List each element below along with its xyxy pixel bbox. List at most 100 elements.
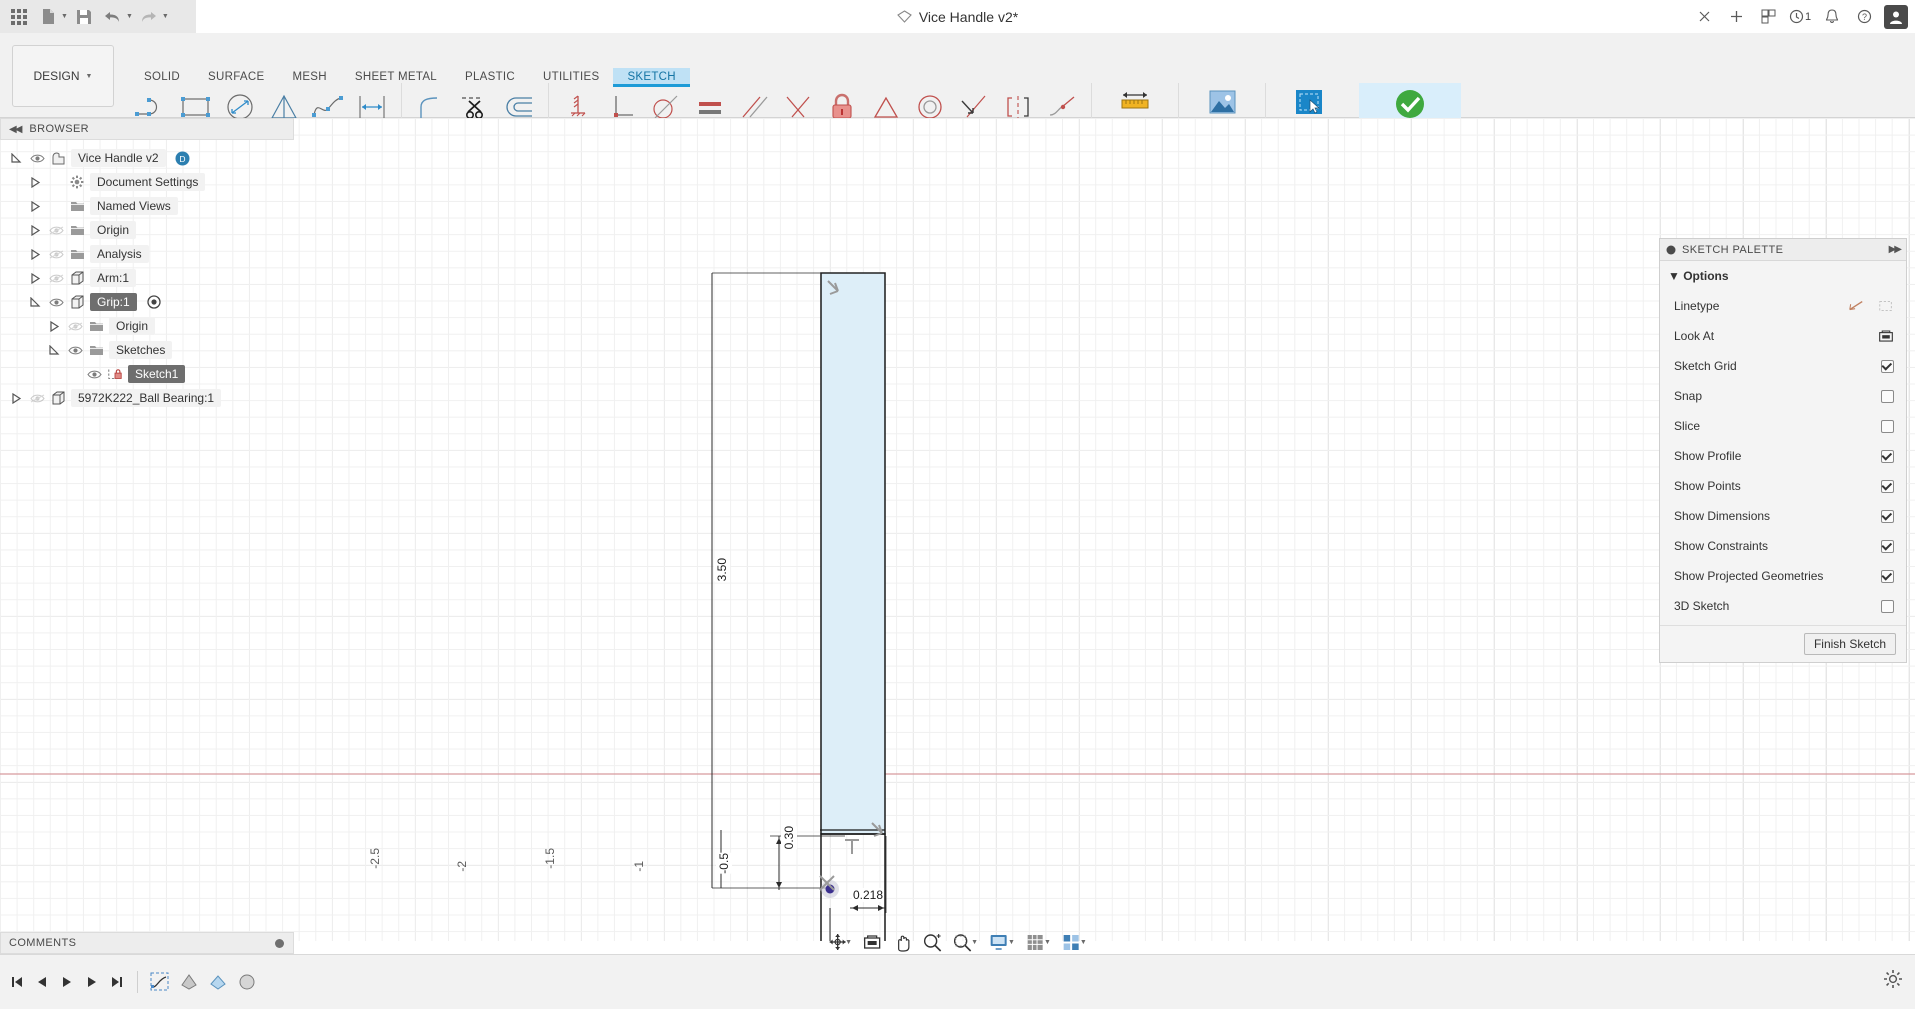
add-tab-icon[interactable]	[1721, 4, 1751, 30]
comments-expand-icon[interactable]	[274, 938, 285, 949]
show-constraints-checkbox[interactable]	[1881, 539, 1894, 553]
palette-section-title[interactable]: ▼ Options	[1660, 267, 1906, 291]
show-projected-geometries-checkbox[interactable]	[1881, 569, 1894, 583]
comments-panel[interactable]: COMMENTS	[0, 932, 294, 954]
sketch-grid-checkbox[interactable]	[1881, 359, 1894, 373]
status-bar	[0, 954, 1915, 1009]
palette-row-sketch-grid[interactable]: Sketch Grid	[1660, 351, 1906, 381]
palette-row-linetype[interactable]: Linetype	[1660, 291, 1906, 321]
timeline-step-forward[interactable]	[81, 969, 103, 995]
constraint-glyph-2	[871, 822, 883, 837]
activated-component-icon[interactable]	[146, 294, 162, 310]
avatar[interactable]	[1881, 4, 1911, 30]
close-tab-icon[interactable]	[1689, 4, 1719, 30]
visibility-toggle-icon[interactable]	[29, 150, 45, 166]
look-at-icon[interactable]	[858, 928, 887, 956]
timeline-step-back[interactable]	[31, 969, 53, 995]
grid-snaps-icon[interactable]: ▼	[1021, 928, 1056, 956]
browser-item-sketch1[interactable]: Sketch1	[0, 362, 300, 386]
tree-collapse-icon[interactable]	[27, 294, 43, 310]
3d-sketch-checkbox[interactable]	[1881, 599, 1894, 613]
timeline-begin[interactable]	[6, 969, 28, 995]
timeline-feature-sketch[interactable]	[147, 969, 173, 995]
timeline-feature-1[interactable]	[176, 969, 202, 995]
palette-row-show-dimensions[interactable]: Show Dimensions	[1660, 501, 1906, 531]
timeline-end[interactable]	[106, 969, 128, 995]
ribbon: DESIGN ▼ SOLID SURFACE MESH SHEET METAL …	[0, 33, 1915, 149]
browser-item-document-settings[interactable]: Document Settings	[0, 170, 300, 194]
palette-row-show-points[interactable]: Show Points	[1660, 471, 1906, 501]
dim-0-30[interactable]: 0.30	[781, 826, 797, 850]
browser-item-sketches[interactable]: Sketches	[0, 338, 300, 362]
settings-gear-icon[interactable]	[1883, 969, 1903, 992]
browser-item-origin[interactable]: Origin	[0, 218, 300, 242]
palette-finish-sketch-button[interactable]: Finish Sketch	[1803, 633, 1896, 655]
collapse-browser-icon[interactable]: ◀◀	[9, 124, 22, 135]
palette-expand-icon[interactable]: ▶▶	[1889, 244, 1902, 255]
tree-expand-icon[interactable]	[27, 174, 43, 190]
construction-linetype-icon[interactable]	[1878, 298, 1894, 314]
tree-expand-icon[interactable]	[27, 198, 43, 214]
visibility-toggle-icon[interactable]	[48, 222, 64, 238]
browser-item-5972k222-ball-bearing-1[interactable]: 5972K222_Ball Bearing:1	[0, 386, 300, 410]
visibility-toggle-icon[interactable]	[86, 366, 102, 382]
browser-item-arm-1[interactable]: Arm:1	[0, 266, 300, 290]
timeline-feature-2[interactable]	[205, 969, 231, 995]
show-dimensions-checkbox[interactable]	[1881, 509, 1894, 523]
palette-row-show-profile[interactable]: Show Profile	[1660, 441, 1906, 471]
fit-icon[interactable]: ▼	[948, 928, 983, 956]
browser-item-analysis[interactable]: Analysis	[0, 242, 300, 266]
palette-row-slice[interactable]: Slice	[1660, 411, 1906, 441]
visibility-toggle-icon[interactable]	[48, 270, 64, 286]
orbit-icon[interactable]: ▼	[823, 928, 857, 956]
browser-item-grip-1[interactable]: Grip:1	[0, 290, 300, 314]
palette-options-section: ▼ Options Linetype Look At Sketch Grid Snap…	[1660, 261, 1906, 625]
palette-row-show-constraints[interactable]: Show Constraints	[1660, 531, 1906, 561]
notifications-bell-icon[interactable]	[1817, 4, 1847, 30]
show-points-checkbox[interactable]	[1881, 479, 1894, 493]
palette-row-3d-sketch[interactable]: 3D Sketch	[1660, 591, 1906, 621]
show-profile-checkbox[interactable]	[1881, 449, 1894, 463]
slice-checkbox[interactable]	[1881, 419, 1894, 433]
normal-linetype-icon[interactable]	[1848, 298, 1864, 314]
dim-0-218[interactable]: 0.218	[852, 888, 885, 902]
tree-expand-icon[interactable]	[27, 222, 43, 238]
workspace-selector[interactable]: DESIGN ▼	[12, 45, 114, 107]
tree-expand-icon[interactable]	[27, 246, 43, 262]
help-icon[interactable]: ?	[1849, 4, 1879, 30]
visibility-toggle-icon[interactable]	[67, 318, 83, 334]
browser-item-vice-handle-v2[interactable]: Vice Handle v2 D	[0, 146, 300, 170]
palette-row-show-projected-geometries[interactable]: Show Projected Geometries	[1660, 561, 1906, 591]
body-icon	[50, 390, 66, 406]
timeline-play[interactable]	[56, 969, 78, 995]
tree-collapse-icon[interactable]	[8, 150, 24, 166]
browser-item-named-views[interactable]: Named Views	[0, 194, 300, 218]
browser-item-label: Sketch1	[128, 365, 186, 383]
viewports-icon[interactable]: ▼	[1057, 928, 1092, 956]
visibility-toggle-icon[interactable]	[67, 342, 83, 358]
visibility-toggle-icon[interactable]	[48, 294, 64, 310]
timeline-feature-3[interactable]	[234, 969, 260, 995]
jobs-status-icon[interactable]: 1	[1785, 4, 1815, 30]
tree-expand-icon[interactable]	[27, 270, 43, 286]
dim-height-3-50[interactable]: 3.50	[714, 558, 730, 582]
palette-row-look-at[interactable]: Look At	[1660, 321, 1906, 351]
live-review-icon[interactable]: D	[175, 150, 191, 166]
display-settings-icon[interactable]: ▼	[984, 928, 1020, 956]
dim-offset-neg-0-5[interactable]: -0.5	[716, 853, 732, 874]
browser-item-origin[interactable]: Origin	[0, 314, 300, 338]
folder-icon	[88, 318, 104, 334]
snap-checkbox[interactable]	[1881, 389, 1894, 403]
zoom-icon[interactable]	[918, 928, 947, 956]
tree-expand-icon[interactable]	[46, 318, 62, 334]
palette-row-snap[interactable]: Snap	[1660, 381, 1906, 411]
visibility-toggle-icon[interactable]	[48, 246, 64, 262]
pan-icon[interactable]	[888, 928, 917, 956]
tree-collapse-icon[interactable]	[46, 342, 62, 358]
extensions-icon[interactable]	[1753, 4, 1783, 30]
palette-dot-icon[interactable]	[1666, 245, 1676, 255]
look-at-icon[interactable]	[1878, 328, 1894, 344]
tree-expand-icon[interactable]	[8, 390, 24, 406]
folder-icon	[88, 342, 104, 358]
visibility-toggle-icon[interactable]	[29, 390, 45, 406]
